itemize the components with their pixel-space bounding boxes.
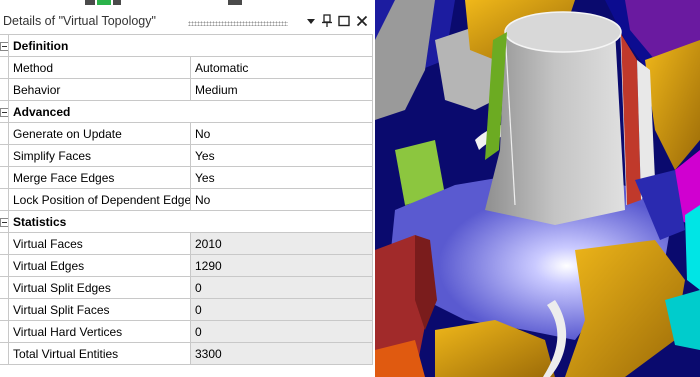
property-value: 2010 [190,232,373,255]
details-grid: Definition Method Automatic Behavior Med… [0,34,373,365]
section-header-label: Statistics [8,210,373,233]
collapse-toggle[interactable] [0,100,9,123]
property-row[interactable]: Virtual Faces 2010 [0,232,373,255]
panel-title: Details of "Virtual Topology" [3,14,156,28]
property-row[interactable]: Virtual Split Faces 0 [0,298,373,321]
property-row[interactable]: Merge Face Edges Yes [0,166,373,189]
property-label: Virtual Split Faces [8,298,191,321]
property-value[interactable]: No [190,188,373,211]
property-label: Virtual Faces [8,232,191,255]
panel-titlebar[interactable]: Details of "Virtual Topology" [0,10,374,33]
section-header-label: Advanced [8,100,373,123]
property-value[interactable]: Medium [190,78,373,101]
property-label: Method [8,56,191,79]
property-label: Simplify Faces [8,144,191,167]
property-value[interactable]: Automatic [190,56,373,79]
property-label: Lock Position of Dependent Edge Splits [8,188,191,211]
property-row[interactable]: Virtual Split Edges 0 [0,276,373,299]
details-panel: Details of "Virtual Topology" Definition… [0,0,374,377]
section-advanced[interactable]: Advanced [0,100,373,123]
property-label: Virtual Edges [8,254,191,277]
property-label: Virtual Hard Vertices [8,320,191,343]
dropdown-arrow-icon[interactable] [304,14,318,28]
property-label: Behavior [8,78,191,101]
property-label: Virtual Split Edges [8,276,191,299]
minus-icon[interactable] [0,107,8,117]
property-label: Generate on Update [8,122,191,145]
graphics-viewport[interactable] [375,0,700,377]
toolbar-icon-fragment [97,0,111,5]
maximize-icon[interactable] [337,14,351,28]
minus-icon[interactable] [0,41,8,51]
toolbar-icon-fragment [113,0,121,5]
property-value[interactable]: No [190,122,373,145]
close-icon[interactable] [355,14,369,28]
property-row[interactable]: Total Virtual Entities 3300 [0,342,373,365]
model-render[interactable] [375,0,700,377]
property-value: 0 [190,320,373,343]
drag-grip[interactable] [188,21,288,26]
toolbar-icon-fragment [85,0,95,5]
property-row[interactable]: Behavior Medium [0,78,373,101]
property-label: Total Virtual Entities [8,342,191,365]
property-value: 0 [190,298,373,321]
property-row[interactable]: Virtual Edges 1290 [0,254,373,277]
collapse-toggle[interactable] [0,210,9,233]
toolbar-icon-fragment [228,0,242,5]
property-value: 3300 [190,342,373,365]
property-row[interactable]: Virtual Hard Vertices 0 [0,320,373,343]
section-definition[interactable]: Definition [0,34,373,57]
collapse-toggle[interactable] [0,34,9,57]
section-header-label: Definition [8,34,373,57]
section-statistics[interactable]: Statistics [0,210,373,233]
property-row[interactable]: Lock Position of Dependent Edge Splits N… [0,188,373,211]
top-toolbar-fragment [0,0,374,10]
property-row[interactable]: Generate on Update No [0,122,373,145]
property-row[interactable]: Method Automatic [0,56,373,79]
pin-icon[interactable] [320,14,334,28]
property-value: 1290 [190,254,373,277]
property-row[interactable]: Simplify Faces Yes [0,144,373,167]
minus-icon[interactable] [0,217,8,227]
property-value[interactable]: Yes [190,166,373,189]
property-value: 0 [190,276,373,299]
property-label: Merge Face Edges [8,166,191,189]
property-value[interactable]: Yes [190,144,373,167]
